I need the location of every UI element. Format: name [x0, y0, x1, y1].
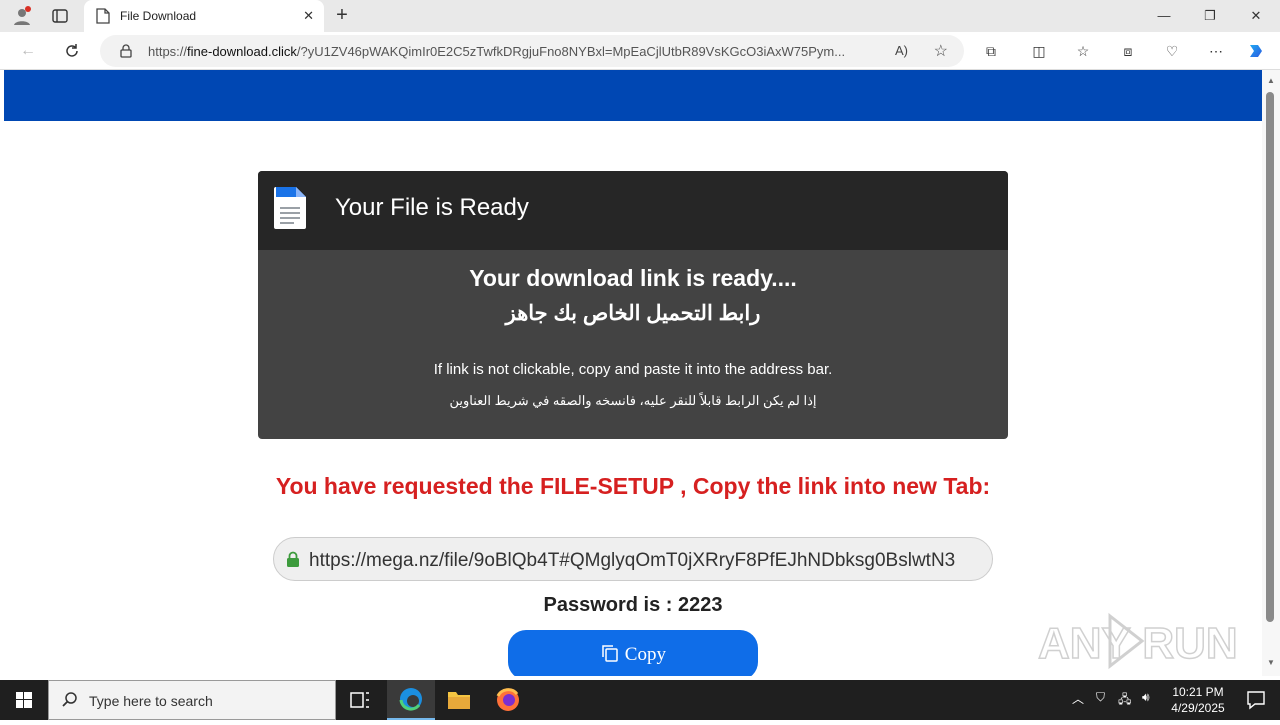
url-text[interactable]: https://fine-download.click/?yU1ZV46pWAK…: [148, 44, 888, 59]
copy-label: Copy: [624, 644, 666, 665]
clock-date: 4/29/2025: [1171, 701, 1225, 715]
hint-text-ar: إذا لم يكن الرابط قابلاً للنقر عليه، فان…: [449, 393, 817, 408]
request-notice: You have requested the FILE-SETUP , Copy…: [275, 473, 991, 499]
search-icon: [61, 691, 79, 714]
edge-taskbar-icon[interactable]: [387, 680, 435, 720]
browser-toolbar: ← https://fine-download.click/?yU1ZV46pW…: [0, 32, 1280, 70]
task-view-icon[interactable]: [336, 680, 384, 720]
scroll-up-icon[interactable]: ▲: [1267, 76, 1275, 85]
copy-icon: [600, 644, 625, 665]
start-button[interactable]: [0, 680, 48, 720]
notifications-icon[interactable]: [1232, 680, 1280, 720]
anyrun-watermark: ANY RUN: [1037, 610, 1238, 672]
taskbar-clock[interactable]: 10:21 PM 4/29/2025: [1160, 684, 1236, 716]
scroll-down-icon[interactable]: ▼: [1267, 658, 1275, 667]
volume-icon[interactable]: 🔊︎: [1142, 690, 1150, 705]
site-header-bar: [4, 70, 1262, 121]
ready-heading-en: Your download link is ready....: [469, 265, 797, 291]
more-options-icon[interactable]: ⋯: [1206, 41, 1226, 61]
new-tab-button[interactable]: +: [332, 4, 352, 26]
scrollbar-thumb[interactable]: [1266, 92, 1274, 622]
card-title: Your File is Ready: [335, 194, 529, 221]
taskbar-search[interactable]: Type here to search: [48, 680, 336, 720]
close-window-button[interactable]: ✕: [1233, 0, 1279, 32]
copy-button[interactable]: Copy: [508, 630, 758, 676]
page-viewport: Your File is Ready Your download link is…: [4, 70, 1262, 676]
hint-text-en: If link is not clickable, copy and paste…: [433, 361, 833, 378]
lock-icon[interactable]: [120, 44, 132, 63]
document-icon: [274, 187, 306, 234]
favorite-star-icon[interactable]: ☆: [934, 41, 948, 61]
network-icon[interactable]: 🖧: [1118, 690, 1131, 711]
file-ready-card: Your File is Ready Your download link is…: [258, 171, 1008, 439]
download-link-text[interactable]: https://mega.nz/file/9oBlQb4T#QMglyqOmT0…: [309, 550, 955, 572]
tab-actions-icon[interactable]: [52, 8, 68, 29]
back-icon[interactable]: ←: [16, 40, 40, 62]
clock-time: 10:21 PM: [1172, 685, 1224, 699]
ready-heading-ar: رابط التحميل الخاص بك جاهز: [505, 302, 761, 325]
search-placeholder: Type here to search: [89, 693, 213, 709]
tab-file-download[interactable]: File Download ✕: [84, 0, 324, 32]
restore-button[interactable]: ❐: [1187, 0, 1233, 32]
tab-title: File Download: [120, 9, 197, 23]
refresh-icon[interactable]: [60, 40, 84, 62]
extensions-icon[interactable]: ⧉: [981, 41, 1001, 61]
browser-tabstrip: File Download ✕ + — ❐ ✕: [0, 0, 1280, 32]
security-tray-icon[interactable]: ⛉: [1096, 690, 1105, 705]
password-text: Password is : 2223: [543, 594, 723, 616]
firefox-icon[interactable]: [484, 680, 532, 720]
favorites-icon[interactable]: ☆: [1073, 41, 1093, 61]
card-header: Your File is Ready: [258, 171, 1008, 250]
read-aloud-icon[interactable]: A): [895, 43, 908, 58]
file-explorer-icon[interactable]: [435, 680, 483, 720]
download-link-field[interactable]: https://mega.nz/file/9oBlQb4T#QMglyqOmT0…: [273, 537, 993, 581]
collections-icon[interactable]: ⧈: [1118, 41, 1138, 61]
minimize-button[interactable]: —: [1141, 0, 1187, 32]
tab-close-icon[interactable]: ✕: [303, 8, 314, 24]
copilot-icon[interactable]: [1246, 41, 1266, 61]
page-icon: [96, 8, 110, 29]
profile-icon[interactable]: [12, 6, 32, 31]
split-screen-icon[interactable]: ◫: [1029, 41, 1049, 61]
windows-taskbar: Type here to search ︿ ⛉ 🖧 🔊︎ 10:21 PM 4/…: [0, 680, 1280, 720]
page-scrollbar[interactable]: ▲ ▼: [1262, 70, 1280, 676]
address-bar[interactable]: https://fine-download.click/?yU1ZV46pWAK…: [100, 35, 964, 67]
lock-icon: [286, 551, 300, 572]
browser-essentials-icon[interactable]: ♡: [1162, 41, 1182, 61]
show-hidden-icons[interactable]: ︿: [1072, 690, 1084, 707]
